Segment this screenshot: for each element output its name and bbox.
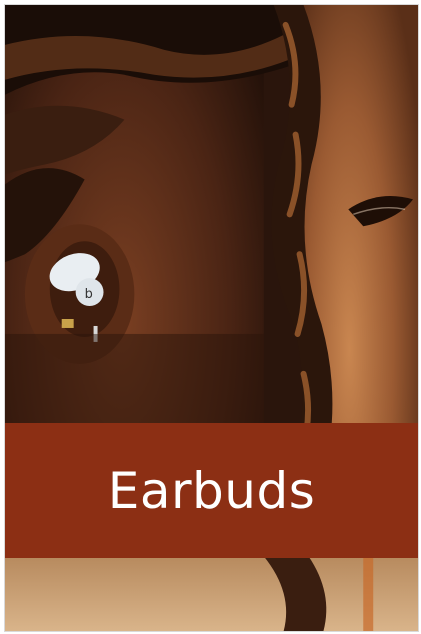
category-title: Earbuds <box>107 461 316 520</box>
category-banner: Earbuds <box>5 423 418 558</box>
category-card-earbuds[interactable]: b Earbuds <box>4 4 419 632</box>
svg-text:b: b <box>85 287 93 302</box>
